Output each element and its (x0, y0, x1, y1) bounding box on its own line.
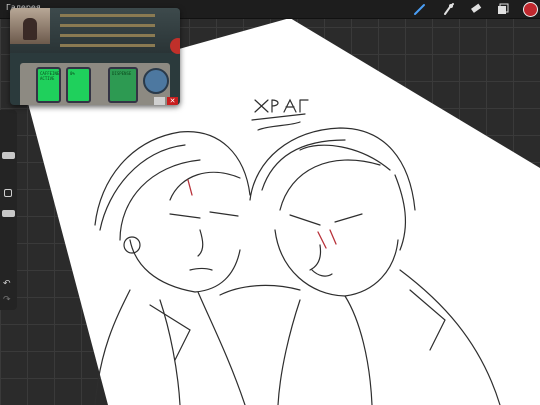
opacity-slider[interactable] (2, 210, 15, 217)
dial-gauge (143, 68, 169, 94)
terminal-line: 0% (70, 71, 75, 76)
modify-button[interactable] (4, 189, 12, 197)
shelf-line (60, 24, 155, 27)
eraser-icon[interactable] (469, 2, 483, 16)
webcam-feed (10, 8, 50, 44)
brush-icon[interactable] (413, 2, 427, 16)
terminal-screen: DISPENSE (108, 67, 138, 103)
pip-close-icon: ✕ (167, 97, 178, 105)
game-indicator-icon (170, 38, 180, 54)
undo-icon[interactable]: ↶ (3, 280, 11, 289)
brush-size-slider[interactable] (2, 152, 15, 159)
shelf-line (60, 34, 155, 37)
pip-grey-button (154, 97, 165, 105)
smudge-icon[interactable] (442, 2, 456, 16)
terminal-screen: CAFFEINE ACTIVE (36, 67, 61, 103)
pip-video-overlay[interactable]: CAFFEINE ACTIVE 0% DISPENSE ✕ (10, 8, 180, 105)
streamer-figure (23, 18, 37, 40)
left-sidebar: ↶ ↷ (0, 110, 17, 310)
terminal-line: DISPENSE (112, 71, 132, 76)
redo-icon[interactable]: ↷ (3, 296, 11, 305)
terminal-screen: 0% (66, 67, 91, 103)
terminal-line: ACTIVE (40, 76, 55, 81)
color-picker-swatch[interactable] (523, 2, 538, 17)
shelf-line (60, 14, 155, 17)
layers-icon[interactable] (496, 2, 510, 16)
shelf-line (60, 44, 155, 47)
